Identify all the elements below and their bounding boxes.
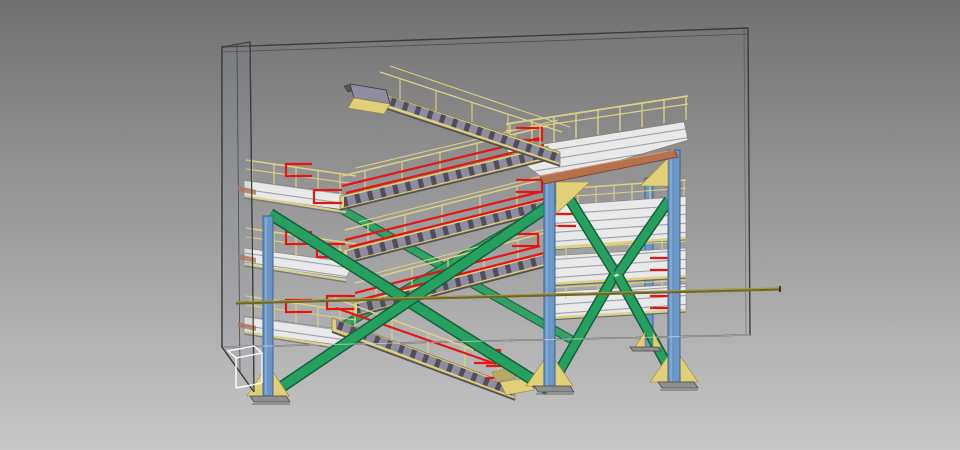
base-plate[interactable]	[658, 382, 698, 388]
steel-column-tower-left[interactable]	[544, 178, 555, 388]
steel-column-tower-right[interactable]	[668, 150, 680, 384]
base-plate[interactable]	[250, 396, 290, 402]
base-plate[interactable]	[630, 347, 661, 351]
cad-viewport[interactable]	[0, 0, 960, 450]
partition-wall-glass	[222, 42, 254, 392]
base-plate[interactable]	[534, 386, 574, 392]
steel-column-left[interactable]	[263, 216, 273, 396]
model-canvas[interactable]	[0, 0, 960, 450]
